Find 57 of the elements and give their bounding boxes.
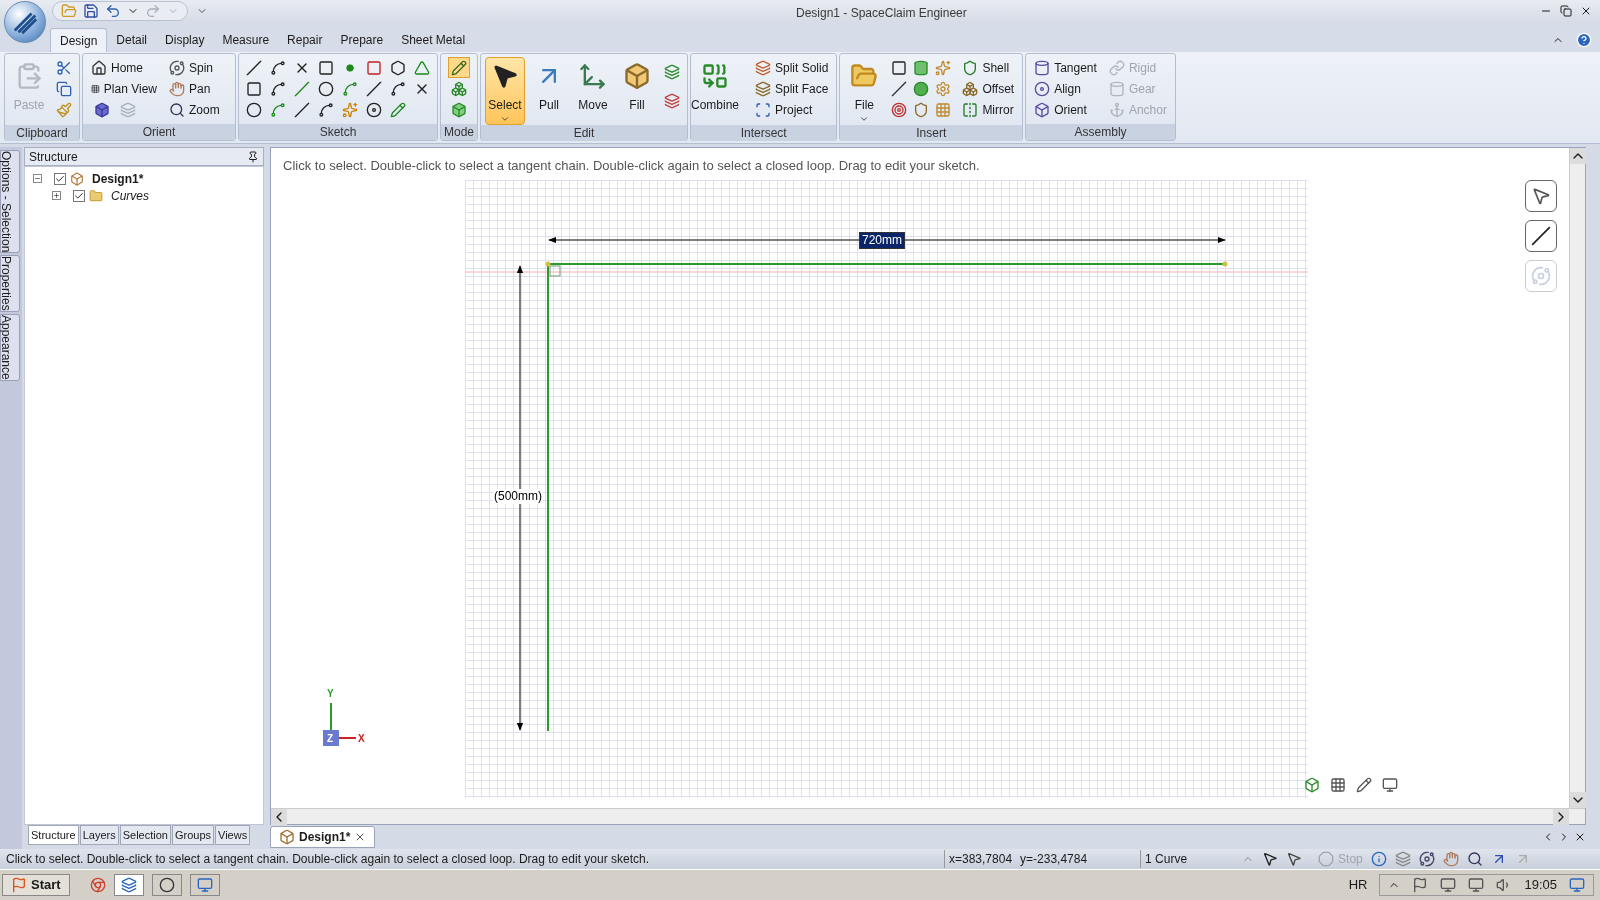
ribbon-tab[interactable]: Display <box>156 28 214 52</box>
ribbon-tab[interactable]: Sheet Metal <box>392 28 475 52</box>
ribbon-tab[interactable]: Detail <box>107 28 157 52</box>
ribbon-button[interactable]: Shell <box>958 57 1019 78</box>
ribbon-button[interactable]: Split Face <box>751 78 833 99</box>
axis-label: X <box>358 732 365 746</box>
ribbon-button[interactable]: Split Solid <box>751 57 833 78</box>
tree-item[interactable]: Curves <box>111 186 149 205</box>
group-label: Edit <box>481 125 687 141</box>
dimension-value[interactable]: 720mm <box>859 232 905 249</box>
panel-title: Structure <box>29 148 78 166</box>
ribbon-button[interactable]: Fill <box>617 57 657 125</box>
canvas-hint: Click to select. Double-click to select a tangent chain. Double-click again to select a closed loop. Drag to edit your sketch. <box>283 157 980 175</box>
ribbon-button[interactable]: Project <box>751 99 833 120</box>
status-message: Click to select. Double-click to select a tangent chain. Double-click again to select a closed loop. Drag to edit your sketch. <box>5 851 650 868</box>
group-label: Clipboard <box>5 125 79 141</box>
clock: 19:05 <box>1524 876 1557 895</box>
ribbon-button[interactable]: Offset <box>958 78 1019 99</box>
tree-item[interactable]: Design1* <box>92 169 144 188</box>
ribbon-button[interactable]: Pull <box>529 57 569 125</box>
panel-tab[interactable]: Selection <box>119 825 171 845</box>
axis-label: Y <box>327 687 334 701</box>
ribbon-tab[interactable]: Repair <box>278 28 332 52</box>
ribbon-button[interactable]: Zoom <box>165 99 231 120</box>
ribbon-button[interactable]: Orient <box>1030 99 1101 120</box>
language-indicator[interactable]: HR <box>1348 875 1368 895</box>
ribbon-button[interactable]: Pan <box>165 78 231 99</box>
ribbon-button[interactable]: Mirror <box>958 99 1019 120</box>
panel-tab[interactable]: Groups <box>171 825 214 845</box>
group-label: Sketch <box>239 124 437 140</box>
group-label: Assembly <box>1026 124 1175 140</box>
ribbon-button[interactable]: Home <box>87 57 161 78</box>
ribbon-button[interactable]: Align <box>1030 78 1101 99</box>
document-tab[interactable]: Design1* <box>270 826 376 848</box>
window-title: Design1 - SpaceClaim Engineer <box>796 5 967 22</box>
group-label: Mode <box>441 124 477 140</box>
ribbon-button[interactable]: Plan View <box>87 78 161 99</box>
panel-tab[interactable]: Views <box>215 825 251 845</box>
cursor-y-coordinate: y=-233,4784 <box>1020 851 1089 868</box>
ribbon-button[interactable]: Spin <box>165 57 231 78</box>
ribbon-button[interactable]: File <box>844 57 885 125</box>
selection-count: 1 Curve <box>1140 850 1241 868</box>
ribbon-tab[interactable]: Measure <box>213 28 279 52</box>
panel-tab[interactable]: Structure <box>28 825 79 845</box>
start-button[interactable]: Start <box>2 874 70 896</box>
ribbon-button[interactable]: Tangent <box>1030 57 1101 78</box>
ribbon-tab[interactable]: Design <box>50 28 108 52</box>
cursor-x-coordinate: x=383,7804 <box>944 850 1013 868</box>
panel-tab[interactable]: Layers <box>79 825 119 845</box>
ribbon-tab[interactable]: Prepare <box>331 28 393 52</box>
group-label: Intersect <box>691 125 837 141</box>
group-label: Orient <box>83 124 235 140</box>
axis-label: Z <box>327 732 334 746</box>
ribbon-button[interactable]: Select <box>485 57 525 125</box>
dimension-value[interactable]: (500mm) <box>493 489 543 504</box>
ribbon-button[interactable]: Move <box>573 57 613 125</box>
group-label: Insert <box>840 125 1023 141</box>
